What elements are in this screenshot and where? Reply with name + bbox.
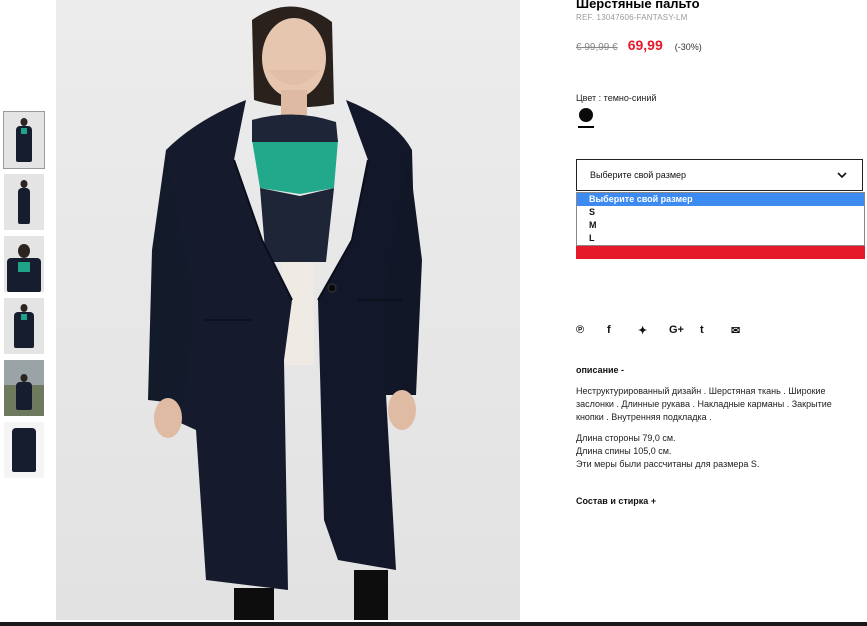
thumbnail-figure-sweater bbox=[21, 314, 27, 320]
size-option-m[interactable]: M bbox=[577, 219, 864, 232]
twitter-icon[interactable]: ✦ bbox=[638, 322, 669, 338]
thumbnail-gallery bbox=[3, 111, 45, 484]
product-ref: REF. 13047606-FANTASY-LM bbox=[576, 13, 688, 22]
thumbnail-figure-head bbox=[20, 118, 28, 126]
sale-price: 69,99 bbox=[627, 37, 663, 53]
thumbnail-side[interactable] bbox=[4, 298, 44, 354]
size-option-s[interactable]: S bbox=[577, 206, 864, 219]
google-plus-icon[interactable]: G+ bbox=[669, 322, 700, 338]
measurements: Длина стороны 79,0 см. Длина спины 105,0… bbox=[576, 432, 759, 471]
thumbnail-figure-head bbox=[20, 374, 28, 382]
thumbnail-figure-coat bbox=[18, 188, 30, 224]
thumbnail-coat bbox=[12, 428, 36, 472]
discount-badge: (-30%) bbox=[674, 42, 702, 52]
pinterest-icon[interactable]: ℗ bbox=[576, 322, 607, 338]
thumbnail-figure-sweater bbox=[18, 262, 30, 272]
description-text: Неструктурированный дизайн . Шерстяная т… bbox=[576, 386, 832, 422]
model-illustration bbox=[148, 6, 422, 620]
measure-back-length: Длина спины 105,0 см. bbox=[576, 446, 672, 456]
size-option-placeholder[interactable]: Выберите свой размер bbox=[577, 193, 864, 206]
bottom-divider bbox=[0, 622, 867, 626]
thumbnail-figure-head bbox=[20, 180, 28, 188]
product-title: Шерстяные пальто bbox=[576, 0, 700, 11]
chevron-down-icon bbox=[837, 172, 847, 179]
size-option-l[interactable]: L bbox=[577, 232, 864, 245]
thumbnail-flat-lay[interactable] bbox=[4, 422, 44, 478]
thumbnail-figure-head bbox=[18, 244, 30, 258]
share-icons: ℗ f ✦ G+ t ✉ bbox=[576, 322, 762, 338]
thumbnail-close-up[interactable] bbox=[4, 236, 44, 292]
tumblr-icon[interactable]: t bbox=[700, 322, 731, 338]
thumbnail-full-body[interactable] bbox=[4, 174, 44, 230]
thumbnail-front[interactable] bbox=[3, 111, 45, 169]
facebook-icon[interactable]: f bbox=[607, 322, 638, 338]
thumbnail-outdoor[interactable] bbox=[4, 360, 44, 416]
product-main-image[interactable] bbox=[56, 0, 520, 620]
color-label: Цвет : темно-синий bbox=[576, 93, 657, 103]
thumbnail-figure-sweater bbox=[21, 128, 27, 134]
composition-toggle[interactable]: Состав и стирка + bbox=[576, 496, 656, 506]
description-toggle[interactable]: описание - bbox=[576, 365, 624, 375]
color-swatch-navy[interactable] bbox=[579, 108, 593, 122]
size-select[interactable]: Выберите свой размер bbox=[576, 159, 863, 191]
email-icon[interactable]: ✉ bbox=[731, 322, 762, 338]
thumbnail-figure-coat bbox=[16, 382, 32, 410]
measure-side-length: Длина стороны 79,0 см. bbox=[576, 433, 676, 443]
size-dropdown-list: Выберите свой размер S M L bbox=[576, 192, 865, 246]
measure-note: Эти меры были рассчитаны для размера S. bbox=[576, 459, 760, 469]
price-row: € 99,99 € 69,99 (-30%) bbox=[576, 37, 702, 53]
old-price: € 99,99 € bbox=[576, 42, 618, 53]
thumbnail-figure-head bbox=[20, 304, 28, 312]
size-select-label: Выберите свой размер bbox=[590, 170, 687, 180]
color-swatch-selected-indicator bbox=[578, 126, 594, 128]
